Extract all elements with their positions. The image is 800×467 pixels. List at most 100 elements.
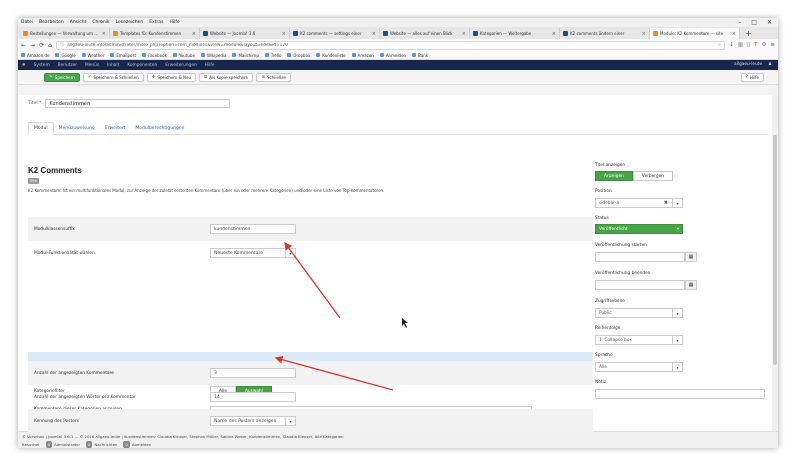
- bookmark-item[interactable]: Amazon: [351, 53, 374, 58]
- show-title-show[interactable]: Anzeigen: [595, 171, 633, 181]
- bookmark-item[interactable]: Wikipedia: [200, 53, 226, 58]
- menu-file[interactable]: Datei: [21, 20, 33, 25]
- position-select[interactable]: sidebar-a ✖ ▾: [595, 198, 683, 208]
- menu-icon[interactable]: ≡: [770, 42, 775, 48]
- clear-icon[interactable]: ✖: [664, 200, 668, 206]
- bookmark-icon: [81, 53, 86, 57]
- bookmark-item[interactable]: Emailpost: [110, 53, 136, 58]
- close-tab-icon[interactable]: ×: [732, 31, 736, 37]
- close-tab-icon[interactable]: ×: [192, 31, 196, 37]
- close-button[interactable]: ⊗ Schließen: [256, 72, 292, 82]
- tab-menu-assignment[interactable]: Menüzuweisung: [54, 122, 100, 134]
- save-new-button[interactable]: ✚ Speichern & Neu: [146, 72, 197, 82]
- download-icon[interactable]: ↓: [729, 42, 734, 48]
- new-tab-button[interactable]: +: [740, 28, 757, 39]
- page-scrollbar[interactable]: [772, 95, 778, 448]
- menu-help[interactable]: Hilfe: [169, 20, 179, 25]
- status-logout[interactable]: 0 Abmelden: [123, 441, 151, 448]
- close-tab-icon[interactable]: ×: [102, 31, 106, 37]
- tab-favicon-icon: [383, 31, 388, 36]
- save-button[interactable]: ✎ Speichern: [44, 72, 80, 82]
- bookmark-item[interactable]: Google: [55, 53, 76, 58]
- browser-tab[interactable]: Website — Joomla! 3.6 ×: [200, 28, 290, 39]
- close-tab-icon[interactable]: ×: [552, 31, 556, 37]
- title-input[interactable]: Kundenstimmen: [45, 99, 231, 108]
- browser-tab[interactable]: Bestellungen — Verwaltung um Shop ×: [20, 28, 110, 39]
- show-title-hide[interactable]: Verbergen: [632, 171, 674, 181]
- home-icon[interactable]: ⌂: [48, 42, 52, 49]
- publish-down-input[interactable]: [595, 280, 685, 290]
- tab-advanced[interactable]: Erweitert: [100, 122, 131, 134]
- status-messages[interactable]: 0 Nachrichten: [86, 441, 117, 448]
- admin-menu-menus[interactable]: Menüs: [85, 63, 99, 68]
- bookmark-star-icon[interactable]: ☆: [717, 43, 721, 48]
- function-select[interactable]: Neueste Kommentare ▾: [210, 248, 296, 258]
- admin-menu-system[interactable]: System: [34, 63, 50, 68]
- bookmark-item[interactable]: Mailchimp: [232, 53, 259, 58]
- close-tab-icon[interactable]: ×: [282, 31, 286, 37]
- scrollbar-thumb[interactable]: [773, 135, 777, 365]
- menu-tools[interactable]: Extras: [149, 20, 163, 25]
- bookmark-item[interactable]: Dropbox: [287, 53, 310, 58]
- reload-icon[interactable]: ⟳: [39, 42, 44, 49]
- access-select[interactable]: Public ▾: [595, 308, 683, 318]
- tab-permissions[interactable]: Modulberechtigungen: [130, 122, 189, 134]
- menu-edit[interactable]: Bearbeiten: [39, 20, 64, 25]
- close-window-button[interactable]: ✕: [767, 18, 772, 27]
- back-icon[interactable]: ←: [21, 42, 26, 49]
- bookmark-item[interactable]: Facebook: [142, 53, 167, 58]
- menu-bookmarks[interactable]: Lesezeichen: [116, 20, 144, 25]
- close-tab-icon[interactable]: ×: [462, 31, 466, 37]
- library-icon[interactable]: ▥: [738, 42, 743, 48]
- browser-tab[interactable]: K2 comments ändern einer ×: [560, 28, 650, 39]
- forward-icon[interactable]: →: [30, 42, 35, 49]
- settings-icon[interactable]: ⚙: [761, 42, 766, 48]
- save-close-button[interactable]: ✔ Speichern & Schließen: [82, 72, 144, 82]
- menu-view[interactable]: Ansicht: [70, 20, 87, 25]
- status-admins[interactable]: 0 Administrator: [45, 441, 80, 448]
- words-input[interactable]: 14: [210, 392, 296, 402]
- status-visitors[interactable]: Besucher: [22, 441, 40, 448]
- user-icon[interactable]: ♟: [768, 60, 772, 70]
- bookmark-item[interactable]: Youtube: [172, 53, 195, 58]
- note-input[interactable]: [595, 389, 765, 399]
- browser-tab[interactable]: Templates für Kundenstimmen ×: [110, 28, 200, 39]
- save-copy-button[interactable]: ⧉ Als Kopie speichern: [199, 72, 254, 82]
- bookmark-item[interactable]: Anmelden: [379, 53, 406, 58]
- admin-menu-users[interactable]: Benutzer: [58, 63, 77, 68]
- minimize-button[interactable]: –: [738, 18, 741, 27]
- help-button[interactable]: ? Hilfe: [740, 73, 764, 82]
- admin-menu-components[interactable]: Komponenten: [127, 63, 157, 68]
- ordering-select[interactable]: 1. Collapse box ▾: [595, 335, 683, 345]
- sidebar-icon[interactable]: ▯: [747, 42, 750, 48]
- maximize-button[interactable]: □: [751, 18, 757, 27]
- admin-menu-content[interactable]: Inhalt: [107, 63, 119, 68]
- language-select[interactable]: Alle ▾: [595, 362, 683, 372]
- suffix-input[interactable]: kundenstimmen: [210, 224, 296, 234]
- admin-menu-extensions[interactable]: Erweiterungen: [165, 63, 196, 68]
- bookmark-item[interactable]: Kundenliste: [316, 53, 346, 58]
- calendar-icon[interactable]: ▦: [685, 280, 697, 290]
- close-tab-icon[interactable]: ×: [642, 31, 646, 37]
- browser-tab[interactable]: Kategorien — Weitergabe ×: [470, 28, 560, 39]
- count-input[interactable]: 3: [210, 368, 296, 378]
- extension-icon[interactable]: T: [754, 42, 757, 48]
- admin-menu-help[interactable]: Hilfe: [205, 63, 215, 68]
- bookmark-item[interactable]: Trello: [264, 53, 281, 58]
- admin-user-name[interactable]: allgaeu-leute: [734, 60, 762, 70]
- browser-tab-active[interactable]: Module: K2 Kommentare — site ×: [650, 28, 740, 39]
- calendar-icon[interactable]: ▦: [685, 252, 697, 262]
- browser-tab[interactable]: K2 comments — settings einer ×: [290, 28, 380, 39]
- joomla-logo-icon[interactable]: ✱: [22, 63, 26, 68]
- publish-up-input[interactable]: [595, 252, 685, 262]
- tab-module[interactable]: Modul: [28, 122, 54, 135]
- close-tab-icon[interactable]: ×: [372, 31, 376, 37]
- browser-tab[interactable]: Website — alles auf einen Blick ×: [380, 28, 470, 39]
- bookmark-item[interactable]: Bank: [412, 53, 428, 58]
- bookmark-item[interactable]: Weather: [81, 53, 104, 58]
- author-select[interactable]: Name des Posters anzeigen ▾: [210, 416, 296, 426]
- menu-history[interactable]: Chronik: [92, 20, 109, 25]
- bookmark-item[interactable]: Amazon.de: [21, 53, 49, 58]
- url-bar[interactable]: ⓘ allgaeu-leute.info/administrator/index…: [55, 40, 726, 50]
- status-select[interactable]: Veröffentlicht ▾: [595, 224, 683, 234]
